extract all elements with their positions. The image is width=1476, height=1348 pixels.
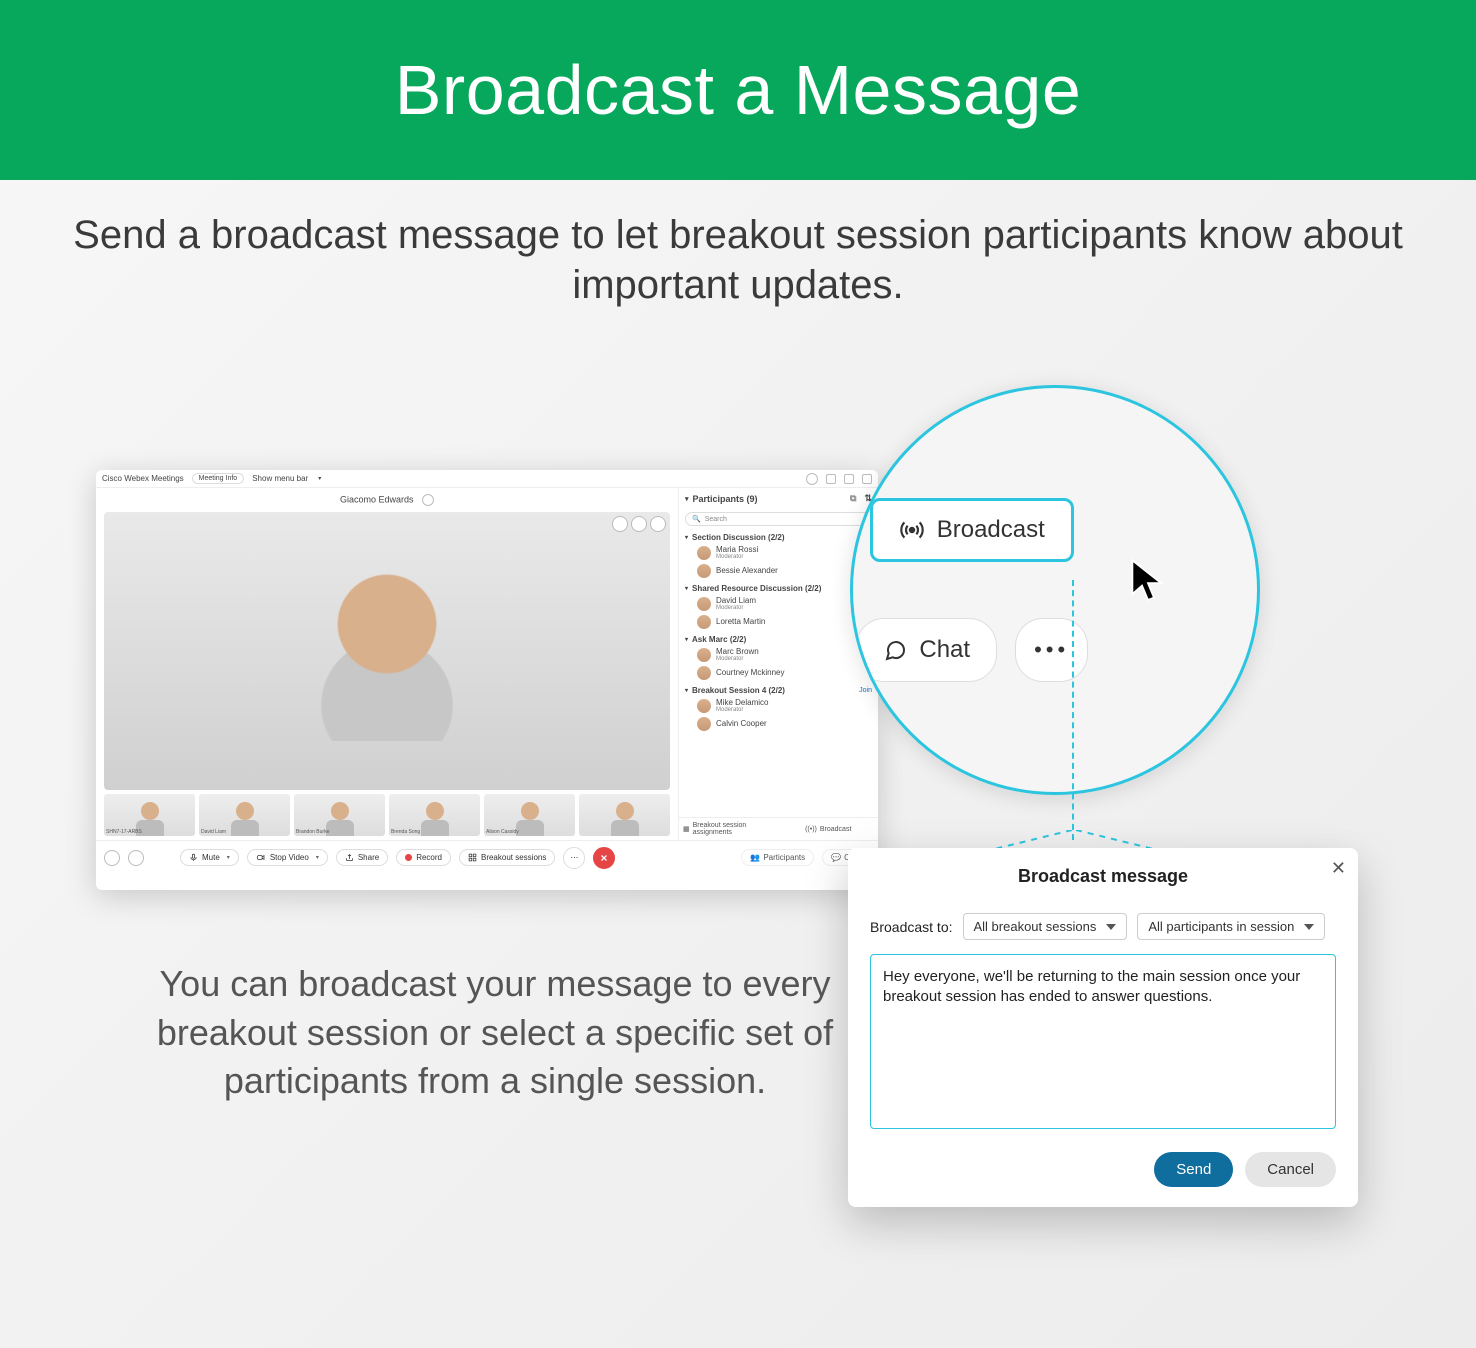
webex-window: Cisco Webex Meetings Meeting Info Show m… bbox=[96, 470, 878, 890]
help-icon[interactable] bbox=[806, 473, 818, 485]
search-input[interactable]: 🔍 Search bbox=[685, 512, 872, 526]
intro-copy: Send a broadcast message to let breakout… bbox=[0, 210, 1476, 310]
more-button[interactable]: ••• bbox=[1015, 618, 1088, 682]
connector-line bbox=[1072, 580, 1074, 840]
stop-video-button[interactable]: Stop Video bbox=[247, 849, 328, 866]
video-thumbnails: SHN7-17-ARBS David Liam Brandon Burke Br… bbox=[96, 790, 678, 840]
search-icon: 🔍 bbox=[692, 515, 701, 523]
thumbnail[interactable]: Alison Cassidy bbox=[484, 794, 575, 836]
app-name: Cisco Webex Meetings bbox=[102, 474, 184, 483]
participant-row[interactable]: Mike DelamicoModerator bbox=[679, 697, 878, 715]
microphone-icon bbox=[189, 853, 198, 862]
participant-row[interactable]: Marc BrownModerator bbox=[679, 646, 878, 664]
notes-icon[interactable] bbox=[128, 850, 144, 866]
magnifier-callout: nents Broadcast ants Chat ••• bbox=[850, 385, 1260, 795]
participants-toggle[interactable]: 👥Participants bbox=[741, 849, 814, 866]
thumbnail[interactable]: Brandon Burke bbox=[294, 794, 385, 836]
avatar bbox=[697, 615, 711, 629]
video-area: Giacomo Edwards SHN7-17-ARBS David Liam … bbox=[96, 488, 678, 840]
avatar bbox=[697, 546, 711, 560]
show-menu-bar[interactable]: Show menu bar bbox=[252, 474, 308, 483]
chat-button[interactable]: Chat bbox=[856, 618, 997, 682]
breakout-assignments-button[interactable]: ▦ Breakout session assignments bbox=[679, 818, 779, 840]
end-meeting-button[interactable] bbox=[593, 847, 615, 869]
sessions-dropdown[interactable]: All breakout sessions bbox=[963, 913, 1128, 940]
breakout-icon bbox=[468, 853, 477, 862]
share-icon bbox=[345, 853, 354, 862]
more-icon: ⋯ bbox=[570, 853, 578, 862]
mute-button[interactable]: Mute bbox=[180, 849, 239, 866]
chevron-down-icon: ▾ bbox=[685, 636, 688, 643]
avatar bbox=[697, 699, 711, 713]
thumbnail[interactable]: Brenda Song bbox=[389, 794, 480, 836]
participant-row[interactable]: Calvin Cooper bbox=[679, 715, 878, 733]
message-textarea[interactable] bbox=[870, 954, 1336, 1129]
chat-icon bbox=[883, 638, 907, 662]
send-button[interactable]: Send bbox=[1154, 1152, 1233, 1187]
hero-title: Broadcast a Message bbox=[395, 50, 1082, 130]
participant-group-header[interactable]: ▾Section Discussion (2/2)Join bbox=[679, 529, 878, 544]
broadcast-icon bbox=[899, 517, 925, 543]
grid-icon: ▦ bbox=[683, 825, 690, 833]
cursor-icon bbox=[1128, 558, 1168, 606]
close-icon: ✕ bbox=[1331, 858, 1346, 878]
participant-row[interactable]: Bessie Alexander bbox=[679, 562, 878, 580]
broadcast-button-small[interactable]: ((•)) Broadcast bbox=[779, 818, 879, 840]
avatar bbox=[697, 648, 711, 662]
avatar bbox=[697, 717, 711, 731]
layout-grid-icon[interactable] bbox=[612, 516, 628, 532]
chevron-down-icon: ▾ bbox=[318, 475, 321, 482]
cancel-button[interactable]: Cancel bbox=[1245, 1152, 1336, 1187]
breakout-sessions-button[interactable]: Breakout sessions bbox=[459, 849, 555, 866]
participants-dropdown[interactable]: All participants in session bbox=[1137, 913, 1325, 940]
close-icon bbox=[599, 853, 609, 863]
meeting-info-pill[interactable]: Meeting Info bbox=[192, 473, 245, 484]
share-button[interactable]: Share bbox=[336, 849, 388, 866]
speaker-portrait bbox=[312, 561, 462, 741]
participant-group-header[interactable]: ▾Ask Marc (2/2)Join bbox=[679, 631, 878, 646]
window-titlebar: Cisco Webex Meetings Meeting Info Show m… bbox=[96, 470, 878, 488]
more-options-button[interactable]: ⋯ bbox=[563, 847, 585, 869]
participant-group-header[interactable]: ▾Shared Resource Discussion (2/2)Join bbox=[679, 580, 878, 595]
participants-panel: ▾ Participants (9) ⧉ ⇅ 🔍 Search ▾Section… bbox=[678, 488, 878, 840]
active-video-feed bbox=[104, 512, 670, 790]
window-minimize[interactable] bbox=[826, 474, 836, 484]
broadcast-button[interactable]: Broadcast bbox=[870, 498, 1074, 562]
participant-row[interactable]: David LiamModerator bbox=[679, 595, 878, 613]
reactions-icon[interactable] bbox=[104, 850, 120, 866]
chevron-down-icon: ▾ bbox=[685, 534, 688, 541]
camera-icon bbox=[256, 853, 266, 862]
participant-row[interactable]: Loretta Martin bbox=[679, 613, 878, 631]
thumbnail[interactable]: David Liam bbox=[199, 794, 290, 836]
fullscreen-icon[interactable] bbox=[650, 516, 666, 532]
modal-title: Broadcast message bbox=[870, 866, 1336, 887]
chevron-down-icon[interactable]: ▾ bbox=[685, 495, 689, 503]
avatar bbox=[697, 666, 711, 680]
record-icon bbox=[405, 854, 412, 861]
participant-row[interactable]: Courtney Mckinney bbox=[679, 664, 878, 682]
broadcast-modal: ✕ Broadcast message Broadcast to: All br… bbox=[848, 848, 1358, 1207]
thumbnail[interactable] bbox=[579, 794, 670, 836]
broadcast-icon: ((•)) bbox=[805, 826, 817, 833]
more-icon: ••• bbox=[1034, 637, 1069, 663]
record-button[interactable]: Record bbox=[396, 849, 451, 866]
chat-icon: 💬 bbox=[831, 853, 841, 862]
thumbnail[interactable]: SHN7-17-ARBS bbox=[104, 794, 195, 836]
participant-group-header[interactable]: ▾Breakout Session 4 (2/2)Join bbox=[679, 682, 878, 697]
panel-title: Participants (9) bbox=[693, 494, 758, 504]
chevron-down-icon: ▾ bbox=[685, 585, 688, 592]
participant-row[interactable]: Maria RossiModerator bbox=[679, 544, 878, 562]
meeting-toolbar: Mute Stop Video Share Record Breakout se… bbox=[96, 840, 878, 874]
hero-banner: Broadcast a Message bbox=[0, 0, 1476, 180]
broadcast-to-label: Broadcast to: bbox=[870, 919, 953, 935]
avatar bbox=[697, 597, 711, 611]
people-icon: 👥 bbox=[750, 853, 760, 862]
avatar bbox=[697, 564, 711, 578]
host-badge-icon bbox=[422, 494, 434, 506]
close-button[interactable]: ✕ bbox=[1331, 858, 1346, 879]
body-copy: You can broadcast your message to every … bbox=[155, 960, 835, 1106]
chevron-down-icon: ▾ bbox=[685, 687, 688, 694]
layout-swap-icon[interactable] bbox=[631, 516, 647, 532]
active-speaker-name: Giacomo Edwards bbox=[96, 488, 678, 508]
